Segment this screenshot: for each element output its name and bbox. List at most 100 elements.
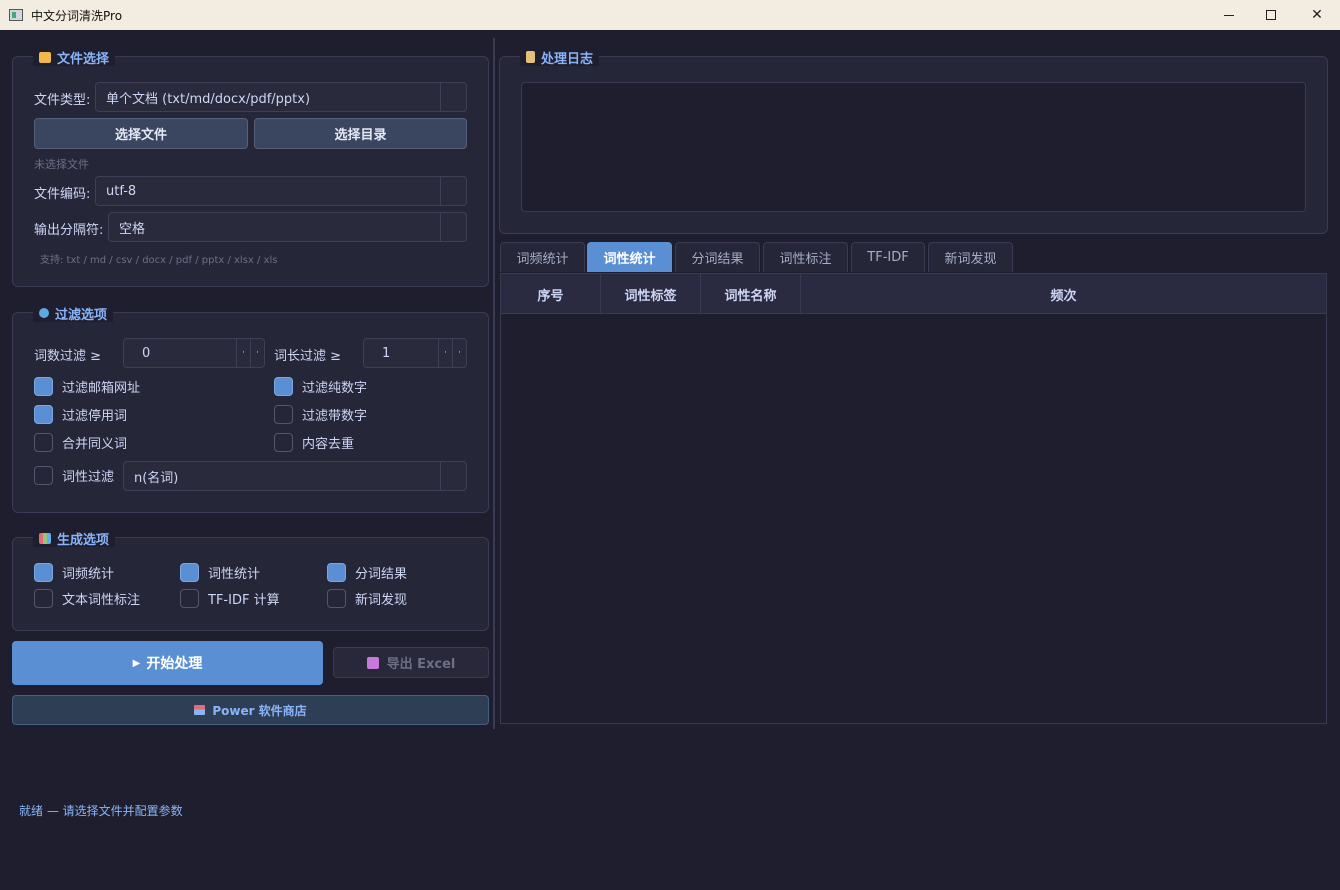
generate-title-text: 生成选项: [57, 532, 110, 548]
log-title-text: 处理日志: [541, 51, 594, 67]
checkbox-box[interactable]: [34, 563, 53, 582]
separator-value: 空格: [119, 221, 146, 237]
chevron-down-icon[interactable]: [440, 177, 466, 205]
select-file-button[interactable]: 选择文件: [34, 118, 248, 149]
encoding-value: utf-8: [106, 183, 137, 199]
chevron-down-icon[interactable]: [440, 462, 466, 490]
software-store-button[interactable]: Power 软件商店: [12, 695, 489, 725]
gen-freq-checkbox[interactable]: 词频统计: [34, 563, 114, 582]
gen-new-words-checkbox[interactable]: 新词发现: [327, 589, 407, 608]
start-process-button[interactable]: ▶ 开始处理: [12, 641, 323, 685]
chevron-down-icon[interactable]: [440, 83, 466, 111]
dedupe-checkbox[interactable]: 内容去重: [274, 433, 354, 452]
gen-pos-tagging-checkbox[interactable]: 文本词性标注: [34, 589, 140, 608]
chevron-down-icon[interactable]: [440, 213, 466, 241]
window-title: 中文分词清洗Pro: [31, 8, 123, 23]
file-type-label: 文件类型:: [34, 93, 91, 108]
no-file-text: 未选择文件: [34, 158, 89, 171]
checkbox-label: 文本词性标注: [62, 593, 141, 608]
separator-label: 输出分隔符:: [34, 223, 104, 238]
pos-stats-table[interactable]: 序号 词性标签 词性名称 频次: [500, 273, 1327, 724]
pos-filter-combo[interactable]: n(名词): [123, 461, 467, 491]
checkbox-box[interactable]: [274, 377, 293, 396]
column-header[interactable]: 序号: [501, 274, 601, 314]
filter-title-text: 过滤选项: [55, 307, 108, 323]
log-output[interactable]: [521, 82, 1306, 212]
log-title: 处理日志: [520, 48, 600, 67]
separator-combo[interactable]: 空格: [108, 212, 467, 242]
pos-filter-checkbox[interactable]: 词性过滤: [34, 466, 114, 485]
checkbox-box[interactable]: [327, 563, 346, 582]
generate-group: 生成选项: [12, 529, 489, 631]
freq-filter-spinbox[interactable]: 0 · ·: [123, 338, 265, 368]
store-icon: [194, 705, 206, 715]
filter-email-checkbox[interactable]: 过滤邮箱网址: [34, 377, 140, 396]
checkbox-label: 过滤纯数字: [302, 381, 368, 396]
tab-seg-result[interactable]: 分词结果: [675, 242, 760, 272]
tab-new-words[interactable]: 新词发现: [928, 242, 1013, 272]
floppy-disk-icon: [366, 656, 379, 669]
app-icon: [9, 9, 23, 21]
spin-down-icon[interactable]: ·: [438, 339, 452, 367]
start-process-label: 开始处理: [146, 656, 203, 672]
status-text: 就绪 — 请选择文件并配置参数: [19, 804, 183, 818]
tab-tfidf[interactable]: TF-IDF: [851, 242, 925, 272]
gen-seg-result-checkbox[interactable]: 分词结果: [327, 563, 407, 582]
tab-pos-stats[interactable]: 词性统计: [587, 242, 672, 272]
file-select-title-text: 文件选择: [57, 51, 110, 67]
export-excel-button[interactable]: 导出 Excel: [333, 647, 489, 678]
checkbox-label: 合并同义词: [62, 437, 128, 452]
panel-splitter[interactable]: [493, 38, 495, 729]
maximize-icon: [1266, 10, 1276, 20]
filter-title: 过滤选项: [33, 304, 114, 323]
checkbox-box[interactable]: [34, 433, 53, 452]
checkbox-box[interactable]: [274, 433, 293, 452]
filter-stopwords-checkbox[interactable]: 过滤停用词: [34, 405, 127, 424]
clipboard-icon: [526, 51, 535, 63]
magnifier-icon: [39, 308, 49, 318]
close-icon: ✕: [1311, 7, 1323, 23]
file-type-combo[interactable]: 单个文档 (txt/md/docx/pdf/pptx): [95, 82, 467, 112]
column-header[interactable]: 词性名称: [701, 274, 801, 314]
title-bar: 中文分词清洗Pro ✕: [0, 0, 1340, 30]
tab-word-freq[interactable]: 词频统计: [500, 242, 585, 272]
pos-filter-value: n(名词): [134, 470, 179, 486]
close-button[interactable]: ✕: [1294, 0, 1340, 30]
export-excel-label: 导出 Excel: [386, 657, 456, 672]
checkbox-box[interactable]: [180, 589, 199, 608]
checkbox-label: 内容去重: [302, 437, 355, 452]
select-dir-button[interactable]: 选择目录: [254, 118, 467, 149]
file-select-title: 文件选择: [33, 48, 116, 67]
checkbox-label: 新词发现: [355, 593, 408, 608]
tab-pos-tagging[interactable]: 词性标注: [763, 242, 848, 272]
gen-tfidf-checkbox[interactable]: TF-IDF 计算: [180, 589, 280, 608]
minimize-button[interactable]: [1206, 0, 1252, 30]
spin-up-icon[interactable]: ·: [452, 339, 466, 367]
chart-icon: [39, 532, 51, 544]
software-store-label: Power 软件商店: [212, 703, 307, 718]
checkbox-box[interactable]: [180, 563, 199, 582]
checkbox-box[interactable]: [327, 589, 346, 608]
filter-pure-number-checkbox[interactable]: 过滤纯数字: [274, 377, 367, 396]
spin-up-icon[interactable]: ·: [250, 339, 264, 367]
spin-down-icon[interactable]: ·: [236, 339, 250, 367]
column-header[interactable]: 频次: [801, 274, 1326, 314]
column-header[interactable]: 词性标签: [601, 274, 701, 314]
maximize-button[interactable]: [1248, 0, 1294, 30]
checkbox-box[interactable]: [34, 377, 53, 396]
checkbox-label: 过滤带数字: [302, 409, 368, 424]
len-filter-spinbox[interactable]: 1 · ·: [363, 338, 467, 368]
support-text: 支持: txt / md / csv / docx / pdf / pptx /…: [40, 255, 278, 266]
minimize-icon: [1224, 14, 1234, 16]
checkbox-box[interactable]: [34, 405, 53, 424]
checkbox-box[interactable]: [34, 466, 53, 485]
checkbox-box[interactable]: [274, 405, 293, 424]
gen-pos-stats-checkbox[interactable]: 词性统计: [180, 563, 260, 582]
merge-synonyms-checkbox[interactable]: 合并同义词: [34, 433, 127, 452]
file-type-value: 单个文档 (txt/md/docx/pdf/pptx): [106, 91, 311, 107]
encoding-combo[interactable]: utf-8: [95, 176, 467, 206]
checkbox-box[interactable]: [34, 589, 53, 608]
table-header: 序号 词性标签 词性名称 频次: [501, 274, 1326, 314]
folder-icon: [39, 51, 51, 63]
filter-with-number-checkbox[interactable]: 过滤带数字: [274, 405, 367, 424]
